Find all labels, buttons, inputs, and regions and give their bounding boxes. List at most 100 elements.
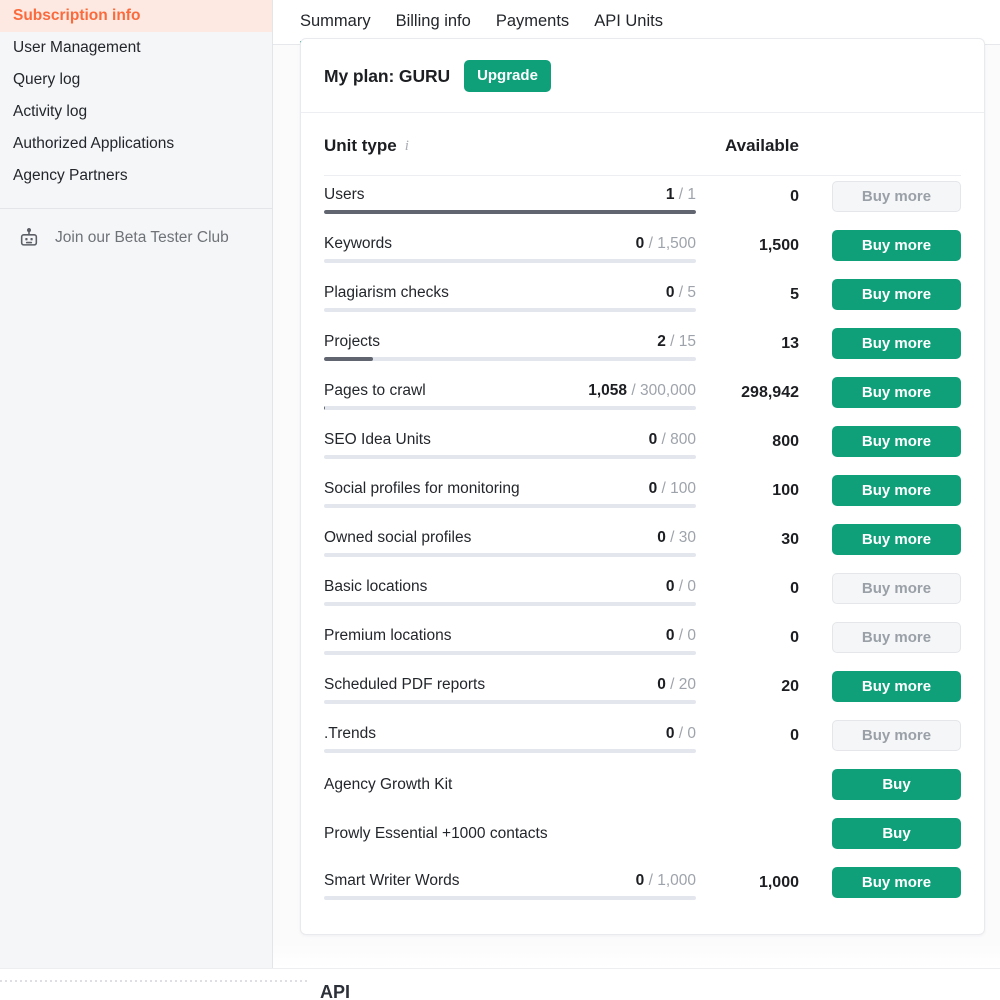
buy-more-button[interactable]: Buy more [832,867,961,898]
progress-bar [324,651,696,655]
unit-used: 0 [666,578,675,595]
unit-label: SEO Idea Units [324,431,431,448]
table-row: .Trends 0 / 00 Buy more [324,715,961,764]
row-action-cell: Buy more [801,617,961,653]
sidebar-item-agency-partners[interactable]: Agency Partners [0,160,272,192]
footer-strip: API [0,968,1000,1000]
buy-more-button[interactable]: Buy more [832,279,961,310]
sidebar-item-user-management[interactable]: User Management [0,32,272,64]
unit-usage: 0 / 100 [649,480,696,497]
unit-used: 0 [636,872,645,889]
sidebar-item-subscription-info[interactable]: Subscription info [0,0,272,32]
unit-meter: Keywords 0 / 1,500 [324,225,696,263]
buy-more-button: Buy more [832,720,961,751]
unit-limit: 1,000 [657,872,696,889]
unit-label: Premium locations [324,627,452,644]
sidebar-nav: Subscription infoUser ManagementQuery lo… [0,0,272,200]
unit-label: Pages to crawl [324,382,426,399]
unit-meter-top: Plagiarism checks0 / 5 [324,284,696,308]
progress-bar-fill [324,210,696,214]
buy-more-button[interactable]: Buy more [832,230,961,261]
unit-used: 1 [666,186,675,203]
unit-limit: 800 [670,431,696,448]
unit-usage: 1 / 1 [666,186,696,203]
row-action-cell: Buy [801,764,961,800]
plan-summary-card: My plan: GURU Upgrade Unit type i Availa… [300,38,985,935]
table-row: SEO Idea Units0 / 800800 Buy more [324,421,961,470]
buy-more-button[interactable]: Buy more [832,328,961,359]
unit-meter-top: Basic locations0 / 0 [324,578,696,602]
available-value: 800 [696,421,801,451]
unit-limit: 100 [670,480,696,497]
unit-used: 1,058 [588,382,627,399]
row-action-cell: Buy more [801,715,961,751]
upgrade-button[interactable]: Upgrade [464,60,551,92]
sidebar-item-authorized-applications[interactable]: Authorized Applications [0,128,272,160]
unit-meter-top: Prowly Essential +1000 contacts [324,825,696,842]
sidebar-item-query-log[interactable]: Query log [0,64,272,96]
footer-api-heading: API [320,980,350,1000]
buy-more-button[interactable]: Buy more [832,671,961,702]
available-value: 298,942 [696,372,801,402]
unit-meter: Basic locations0 / 0 [324,568,696,606]
unit-meter-top: SEO Idea Units0 / 800 [324,431,696,455]
plan-header: My plan: GURU Upgrade [301,39,984,113]
row-action-cell: Buy more [801,568,961,604]
unit-label: Projects [324,333,380,350]
unit-meter-top: .Trends 0 / 0 [324,725,696,749]
column-header-available: Available [696,136,801,156]
unit-usage: 0 / 0 [666,627,696,644]
progress-bar [324,749,696,753]
available-value: 0 [696,715,801,745]
info-icon[interactable]: i [405,138,409,155]
unit-meter: Owned social profiles0 / 30 [324,519,696,557]
unit-meter: Users1 / 1 [324,176,696,214]
sidebar-item-beta-tester-club[interactable]: Join our Beta Tester Club [0,209,272,259]
buy-more-button[interactable]: Buy more [832,426,961,457]
buy-more-button[interactable]: Buy more [832,524,961,555]
buy-more-button: Buy more [832,573,961,604]
unit-label: Keywords [324,235,392,252]
row-action-cell: Buy more [801,274,961,310]
row-action-cell: Buy more [801,862,961,898]
table-row: Premium locations0 / 00Buy more [324,617,961,666]
progress-bar [324,896,696,900]
unit-meter: Pages to crawl 1,058 / 300,000 [324,372,696,410]
sidebar-item-activity-log[interactable]: Activity log [0,96,272,128]
available-value: 1,500 [696,225,801,255]
unit-usage: 0 / 0 [666,725,696,742]
unit-meter-top: Users1 / 1 [324,186,696,210]
unit-meter: Social profiles for monitoring0 / 100 [324,470,696,508]
progress-bar [324,700,696,704]
buy-more-button: Buy more [832,622,961,653]
progress-bar [324,210,696,214]
table-row: Keywords 0 / 1,5001,500 Buy more [324,225,961,274]
unit-meter: SEO Idea Units0 / 800 [324,421,696,459]
page-title: My plan: GURU [324,66,450,87]
unit-usage: 1,058 / 300,000 [588,382,696,399]
unit-label: Plagiarism checks [324,284,449,301]
buy-button[interactable]: Buy [832,769,961,800]
unit-label: Agency Growth Kit [324,776,452,793]
buy-more-button[interactable]: Buy more [832,475,961,506]
available-value: 13 [696,323,801,353]
progress-bar [324,406,696,410]
main-content: SummaryBilling infoPaymentsAPI Units My … [273,0,1000,1000]
unit-meter-top: Premium locations 0 / 0 [324,627,696,651]
table-row: Users1 / 10Buy more [324,176,961,225]
available-value [696,764,801,776]
buy-more-button[interactable]: Buy more [832,377,961,408]
progress-bar [324,602,696,606]
unit-label: Owned social profiles [324,529,471,546]
buy-button[interactable]: Buy [832,818,961,849]
unit-label: .Trends [324,725,376,742]
units-row-list: Users1 / 10Buy moreKeywords0 / 1,5001,50… [324,176,961,911]
row-action-cell: Buy more [801,176,961,212]
unit-usage: 0 / 1,500 [636,235,696,252]
available-value: 0 [696,568,801,598]
unit-meter-top: Keywords 0 / 1,500 [324,235,696,259]
table-row: Scheduled PDF reports0 / 2020Buy more [324,666,961,715]
unit-meter: Smart Writer Words0 / 1,000 [324,862,696,900]
available-value [696,813,801,825]
unit-usage: 0 / 0 [666,578,696,595]
